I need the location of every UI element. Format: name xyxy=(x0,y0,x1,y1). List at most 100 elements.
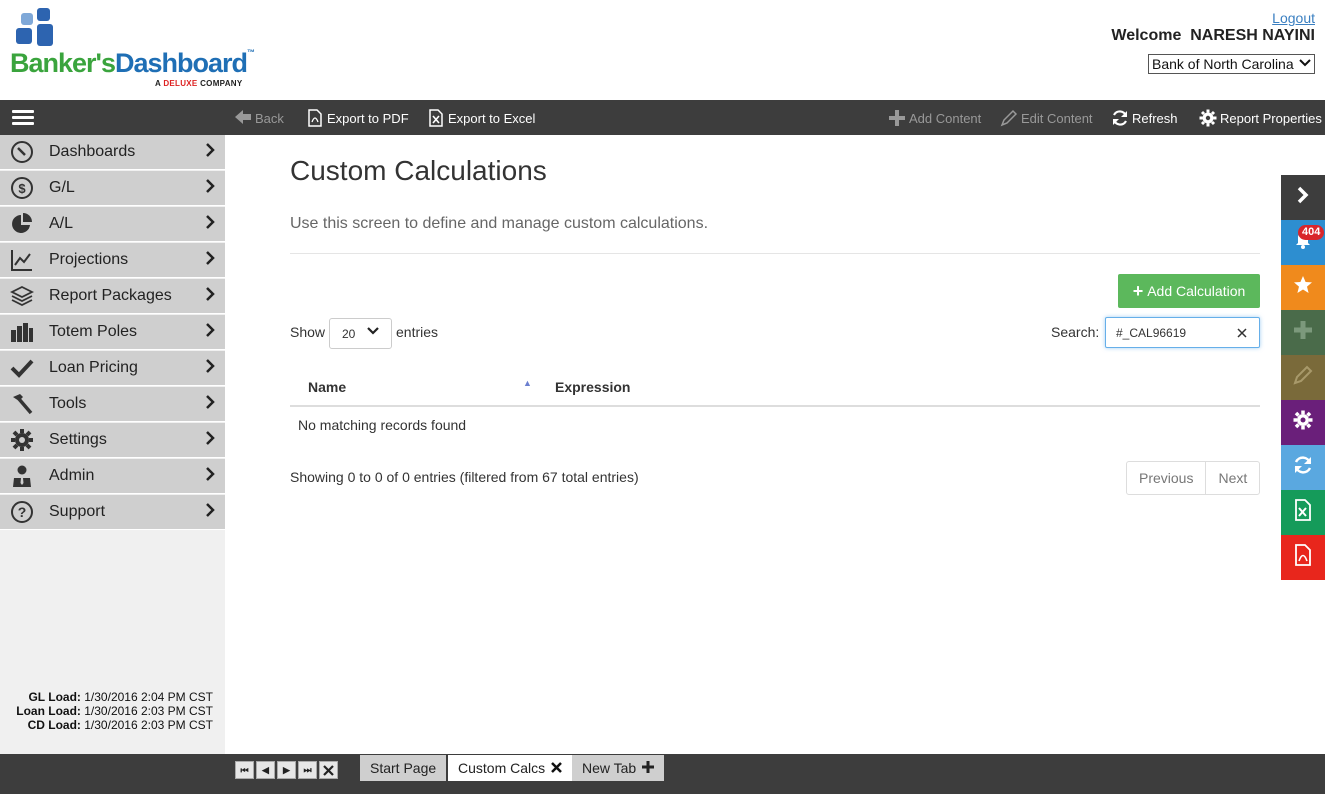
tab-label: Start Page xyxy=(370,760,437,776)
export-pdf-label: Export to PDF xyxy=(327,110,409,126)
quick-export-excel-button[interactable] xyxy=(1281,490,1325,535)
entries-select[interactable]: 20 xyxy=(329,318,392,349)
compass-icon xyxy=(0,135,44,170)
gear-icon xyxy=(1199,109,1217,127)
pie-icon xyxy=(0,207,44,242)
close-tab-icon[interactable] xyxy=(551,760,563,777)
bar-chart-icon xyxy=(0,315,44,350)
logout-link[interactable]: Logout xyxy=(1272,10,1315,26)
export-excel-button[interactable]: Export to Excel xyxy=(427,109,535,127)
sidebar-item-label: Totem Poles xyxy=(49,323,138,340)
export-pdf-button[interactable]: Export to PDF xyxy=(306,109,409,127)
last-tab-icon[interactable]: ⏭ xyxy=(298,761,317,779)
hamburger-menu-icon[interactable] xyxy=(12,110,34,126)
tab-start-page[interactable]: Start Page xyxy=(360,755,447,781)
plus-icon: + xyxy=(1132,280,1144,301)
previous-button[interactable]: Previous xyxy=(1127,462,1207,494)
refresh-icon xyxy=(1111,109,1129,127)
toolbar: Back Export to PDF Export to Excel Add C… xyxy=(0,100,1325,135)
quick-edit-content-button[interactable] xyxy=(1281,355,1325,400)
edit-content-button[interactable]: Edit Content xyxy=(1000,109,1093,127)
sidebar-item-label: Dashboards xyxy=(49,143,136,160)
tab-navigation: ⏮ ◀ ▶ ⏭ xyxy=(235,761,338,779)
sort-ascending-icon[interactable]: ▲ xyxy=(523,378,532,388)
sidebar-item-label: A/L xyxy=(49,215,74,232)
sidebar-item-totem-poles[interactable]: Totem Poles xyxy=(0,315,225,350)
sidebar-item-gl[interactable]: $ G/L xyxy=(0,171,225,206)
sidebar-item-admin[interactable]: Admin xyxy=(0,459,225,494)
gear-icon xyxy=(1293,410,1313,436)
chevron-right-icon xyxy=(205,214,225,234)
page-description: Use this screen to define and manage cus… xyxy=(290,215,709,232)
loan-load: Loan Load: 1/30/2016 2:03 PM CST xyxy=(16,704,213,718)
next-button[interactable]: Next xyxy=(1206,462,1259,494)
notifications-button[interactable]: 404 xyxy=(1281,220,1325,265)
column-header-expression[interactable]: Expression xyxy=(555,379,630,395)
pdf-file-icon xyxy=(306,109,324,127)
add-calculation-button[interactable]: + Add Calculation xyxy=(1118,274,1260,308)
plus-icon[interactable] xyxy=(642,760,655,777)
next-tab-icon[interactable]: ▶ xyxy=(277,761,296,779)
chevron-right-icon xyxy=(205,358,225,378)
gl-load: GL Load: 1/30/2016 2:04 PM CST xyxy=(28,690,213,704)
chevron-down-icon xyxy=(367,324,379,341)
sidebar-item-projections[interactable]: Projections xyxy=(0,243,225,278)
refresh-button[interactable]: Refresh xyxy=(1111,109,1178,127)
chevron-right-icon xyxy=(205,178,225,198)
sidebar-item-report-packages[interactable]: Report Packages xyxy=(0,279,225,314)
entries-select-value: 20 xyxy=(342,327,356,341)
sidebar-item-tools[interactable]: Tools xyxy=(0,387,225,422)
sidebar-item-loan-pricing[interactable]: Loan Pricing xyxy=(0,351,225,386)
page-title: Custom Calculations xyxy=(290,155,547,186)
gear-icon xyxy=(0,423,44,458)
dollar-icon: $ xyxy=(0,171,44,206)
quick-refresh-button[interactable] xyxy=(1281,445,1325,490)
favorites-button[interactable] xyxy=(1281,265,1325,310)
tab-label: Custom Calcs xyxy=(458,760,546,776)
chevron-right-icon xyxy=(205,466,225,486)
collapse-quickbar-button[interactable] xyxy=(1281,175,1325,220)
pdf-file-icon xyxy=(1294,543,1312,572)
notification-badge: 404 xyxy=(1298,225,1325,240)
pencil-icon xyxy=(1293,365,1313,391)
clear-search-icon[interactable] xyxy=(1237,325,1247,341)
sidebar-item-label: Report Packages xyxy=(49,287,172,304)
search-input-value: #_CAL96619 xyxy=(1116,326,1187,340)
bottom-tab-bar: ⏮ ◀ ▶ ⏭ Start Page Custom Calcs New Tab xyxy=(0,754,1325,794)
tab-custom-calcs[interactable]: Custom Calcs xyxy=(448,755,573,781)
sidebar-item-al[interactable]: A/L xyxy=(0,207,225,242)
logo-subtitle: A DELUXE COMPANY xyxy=(155,79,243,88)
back-button[interactable]: Back xyxy=(234,109,284,127)
first-tab-icon[interactable]: ⏮ xyxy=(235,761,254,779)
quick-export-pdf-button[interactable] xyxy=(1281,535,1325,580)
sidebar-item-support[interactable]: ? Support xyxy=(0,495,225,530)
sidebar-item-label: Projections xyxy=(49,251,129,268)
chevron-right-icon xyxy=(1296,186,1310,210)
chevron-down-icon xyxy=(1299,55,1311,74)
sidebar-item-label: Admin xyxy=(49,467,95,484)
check-icon xyxy=(0,351,44,386)
tab-new-tab[interactable]: New Tab xyxy=(572,755,665,781)
back-label: Back xyxy=(255,110,284,126)
edit-content-label: Edit Content xyxy=(1021,110,1093,126)
previous-tab-icon[interactable]: ◀ xyxy=(256,761,275,779)
chevron-right-icon xyxy=(205,502,225,522)
sidebar-item-dashboards[interactable]: Dashboards xyxy=(0,135,225,170)
welcome-text: Welcome NARESH NAYINI xyxy=(1111,27,1315,44)
report-properties-button[interactable]: Report Properties xyxy=(1199,109,1322,127)
quick-settings-button[interactable] xyxy=(1281,400,1325,445)
sidebar-item-settings[interactable]: Settings xyxy=(0,423,225,458)
bankers-dashboard-logo[interactable]: Banker'sDashboard™ A DELUXE COMPANY xyxy=(10,8,270,94)
close-all-tabs-icon[interactable] xyxy=(319,761,338,779)
quick-add-content-button[interactable] xyxy=(1281,310,1325,355)
bank-select-value: Bank of North Carolina xyxy=(1152,56,1294,72)
empty-table-message: No matching records found xyxy=(298,417,467,433)
column-header-name[interactable]: Name xyxy=(308,379,346,395)
plus-icon xyxy=(888,109,906,127)
chevron-right-icon xyxy=(205,430,225,450)
add-content-button[interactable]: Add Content xyxy=(888,109,981,127)
search-input[interactable]: #_CAL96619 xyxy=(1105,317,1260,348)
sidebar: Dashboards $ G/L A/L Projections Report … xyxy=(0,135,225,754)
entries-label: entries xyxy=(396,324,439,340)
bank-select[interactable]: Bank of North Carolina xyxy=(1148,54,1315,74)
